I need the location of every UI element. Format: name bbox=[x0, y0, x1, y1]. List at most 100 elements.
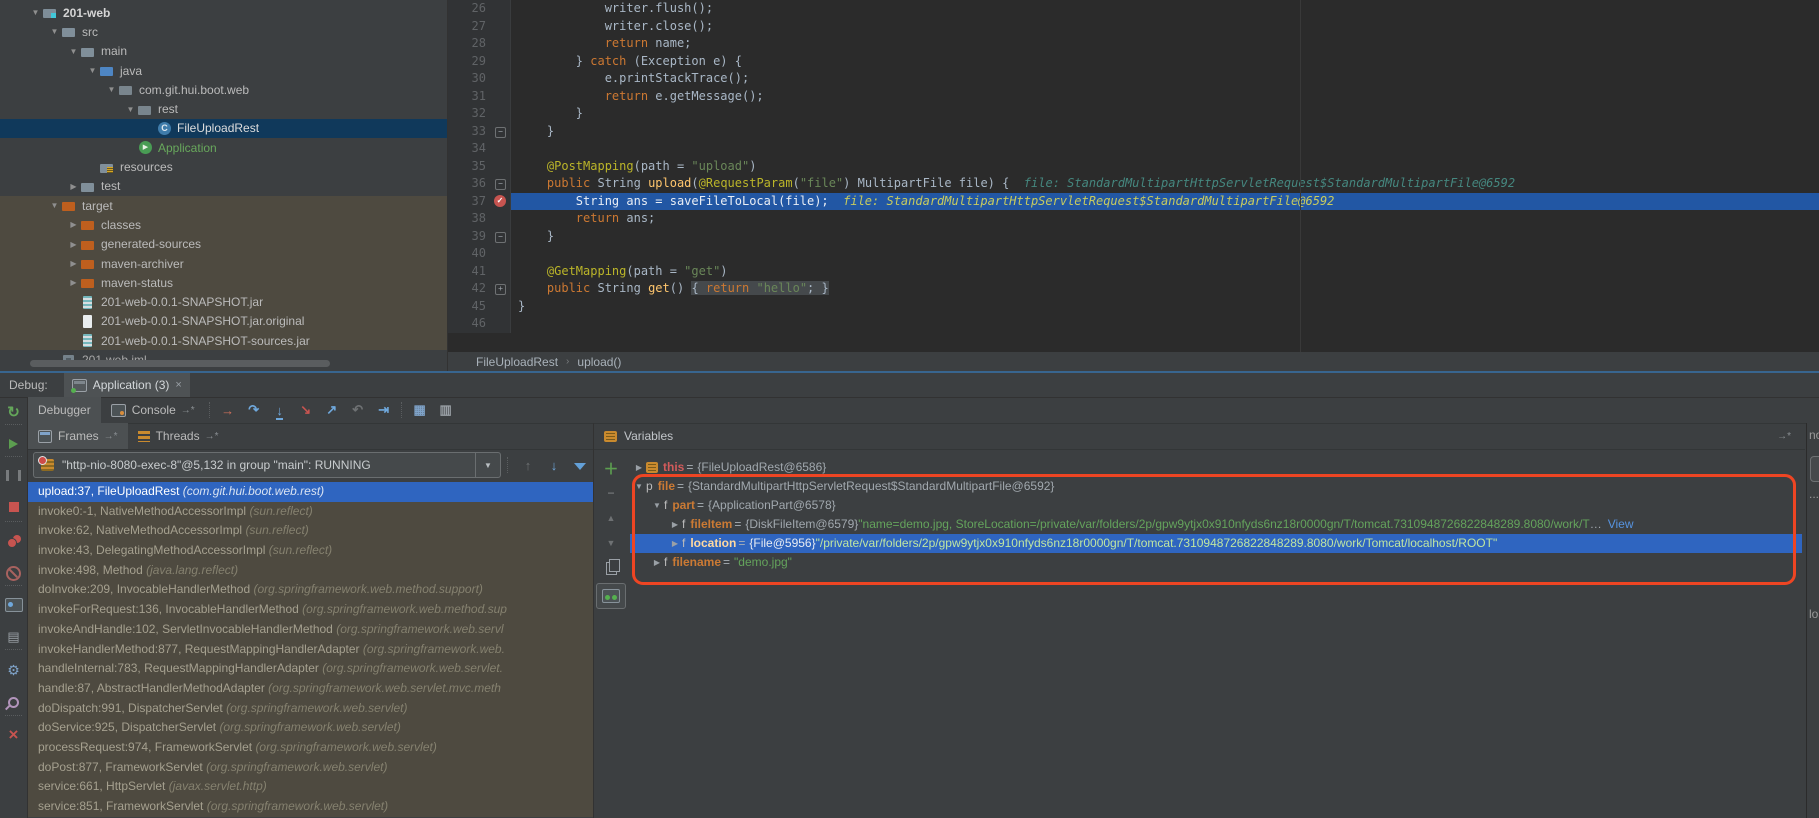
editor-line-38[interactable]: 38 return ans; bbox=[448, 210, 1819, 228]
collapse-arrow-icon[interactable]: ▼ bbox=[632, 477, 646, 496]
tree-item-classes[interactable]: ▶classes bbox=[0, 215, 447, 234]
stack-frame-row[interactable]: processRequest:974, FrameworkServlet (or… bbox=[28, 738, 593, 758]
variable-row-file[interactable]: ▼pfile={StandardMultipartHttpServletRequ… bbox=[630, 477, 1802, 496]
tab-console[interactable]: Console →* bbox=[101, 397, 205, 423]
editor-line-28[interactable]: 28 return name; bbox=[448, 35, 1819, 53]
line-number[interactable]: 38 bbox=[448, 210, 492, 228]
editor-line-45[interactable]: 45} bbox=[448, 298, 1819, 316]
tree-item-com-git-hui-boot-web[interactable]: ▼com.git.hui.boot.web bbox=[0, 80, 447, 99]
move-watch-down-icon[interactable]: ▼ bbox=[594, 532, 628, 554]
remove-watch-icon[interactable]: − bbox=[594, 482, 628, 504]
editor-line-46[interactable]: 46 bbox=[448, 315, 1819, 333]
editor-line-32[interactable]: 32 } bbox=[448, 105, 1819, 123]
stack-frame-row[interactable]: doPost:877, FrameworkServlet (org.spring… bbox=[28, 758, 593, 778]
variable-row-fileitem[interactable]: ▶ffileItem={DiskFileItem@6579} "name=dem… bbox=[630, 515, 1802, 534]
mute-breakpoints-icon[interactable] bbox=[0, 561, 27, 585]
stack-frame-row[interactable]: invoke:498, Method (java.lang.reflect) bbox=[28, 561, 593, 581]
line-number[interactable]: 26 bbox=[448, 0, 492, 18]
collapse-arrow-icon[interactable]: ▼ bbox=[66, 47, 81, 56]
variable-row-location[interactable]: ▶flocation={File@5956} "/private/var/fol… bbox=[630, 534, 1802, 553]
stack-frame-row[interactable]: doDispatch:991, DispatcherServlet (org.s… bbox=[28, 699, 593, 719]
tree-item-201-web-0-0-1-snapshot-sources-jar[interactable]: 201-web-0.0.1-SNAPSHOT-sources.jar bbox=[0, 331, 447, 350]
line-number[interactable]: 46 bbox=[448, 315, 492, 333]
stack-frame-row[interactable]: service:661, HttpServlet (javax.servlet.… bbox=[28, 777, 593, 797]
horizontal-scrollbar[interactable] bbox=[30, 360, 330, 367]
expand-arrow-icon[interactable]: ▶ bbox=[66, 259, 81, 268]
editor-line-36[interactable]: 36− public String upload(@RequestParam("… bbox=[448, 175, 1819, 193]
editor-line-35[interactable]: 35 @PostMapping(path = "upload") bbox=[448, 158, 1819, 176]
tree-item-maven-archiver[interactable]: ▶maven-archiver bbox=[0, 254, 447, 273]
breadcrumb-method[interactable]: upload() bbox=[577, 355, 621, 369]
stack-frame-row[interactable]: doInvoke:209, InvocableHandlerMethod (or… bbox=[28, 580, 593, 600]
show-execution-point-icon[interactable]: → bbox=[215, 403, 241, 418]
settings-icon[interactable]: ⚙ bbox=[0, 658, 27, 682]
tree-item-test[interactable]: ▶test bbox=[0, 177, 447, 196]
hide-library-frames-icon[interactable] bbox=[567, 458, 593, 473]
expand-arrow-icon[interactable]: ▶ bbox=[66, 220, 81, 229]
tree-item-main[interactable]: ▼main bbox=[0, 42, 447, 61]
stack-frame-row[interactable]: invokeHandlerMethod:877, RequestMappingH… bbox=[28, 640, 593, 660]
pause-program-icon[interactable] bbox=[0, 463, 27, 487]
stack-frame-row[interactable]: invokeAndHandle:102, ServletInvocableHan… bbox=[28, 620, 593, 640]
stack-frame-row[interactable]: upload:37, FileUploadRest (com.git.hui.b… bbox=[28, 482, 593, 502]
collapse-arrow-icon[interactable]: ▼ bbox=[650, 496, 664, 515]
next-frame-icon[interactable]: ↓ bbox=[541, 458, 567, 473]
breadcrumb-class[interactable]: FileUploadRest bbox=[476, 355, 558, 369]
stack-frame-row[interactable]: handleInternal:783, RequestMappingHandle… bbox=[28, 659, 593, 679]
evaluate-in-variables-icon[interactable] bbox=[596, 583, 626, 609]
move-watch-up-icon[interactable]: ▲ bbox=[594, 507, 628, 529]
tree-item-src[interactable]: ▼src bbox=[0, 22, 447, 41]
code-editor[interactable]: 26 writer.flush();27 writer.close();28 r… bbox=[448, 0, 1819, 352]
line-number[interactable]: 39 bbox=[448, 228, 492, 246]
step-out-icon[interactable]: ↗ bbox=[319, 402, 345, 418]
fold-expand-icon[interactable]: + bbox=[495, 284, 506, 295]
tree-item-java[interactable]: ▼java bbox=[0, 61, 447, 80]
line-number[interactable]: 31 bbox=[448, 88, 492, 106]
editor-line-39[interactable]: 39− } bbox=[448, 228, 1819, 246]
resume-program-icon[interactable] bbox=[0, 432, 27, 456]
tree-item-generated-sources[interactable]: ▶generated-sources bbox=[0, 235, 447, 254]
stack-frame-row[interactable]: invoke:62, NativeMethodAccessorImpl (sun… bbox=[28, 521, 593, 541]
tree-item-201-web[interactable]: ▼201-web bbox=[0, 3, 447, 22]
get-thread-dump-icon[interactable] bbox=[0, 593, 27, 617]
tree-item-fileuploadrest[interactable]: FileUploadRest bbox=[0, 119, 447, 138]
force-step-into-icon[interactable]: ↘ bbox=[293, 402, 319, 418]
thread-selector-dropdown[interactable]: "http-nio-8080-exec-8"@5,132 in group "m… bbox=[33, 452, 501, 478]
view-breakpoints-icon[interactable] bbox=[0, 529, 27, 553]
stack-frame-row[interactable]: invoke0:-1, NativeMethodAccessorImpl (su… bbox=[28, 502, 593, 522]
dropdown-arrow-icon[interactable]: ▼ bbox=[475, 453, 500, 477]
line-number[interactable]: 36 bbox=[448, 175, 492, 193]
editor-line-27[interactable]: 27 writer.close(); bbox=[448, 18, 1819, 36]
tree-item-rest[interactable]: ▼rest bbox=[0, 99, 447, 118]
expand-arrow-icon[interactable]: ▶ bbox=[66, 278, 81, 287]
collapse-arrow-icon[interactable]: ▼ bbox=[47, 27, 62, 36]
stack-frame-row[interactable]: invokeForRequest:136, InvocableHandlerMe… bbox=[28, 600, 593, 620]
stack-frame-row[interactable]: invoke:43, DelegatingMethodAccessorImpl … bbox=[28, 541, 593, 561]
rerun-application-icon[interactable]: ↻ bbox=[0, 400, 27, 424]
line-number[interactable]: 42 bbox=[448, 280, 492, 298]
editor-line-42[interactable]: 42+ public String get() { return "hello"… bbox=[448, 280, 1819, 298]
expand-arrow-icon[interactable]: ▶ bbox=[668, 515, 682, 534]
layout-settings-icon[interactable]: ▥ bbox=[433, 402, 459, 418]
close-session-tab-icon[interactable]: × bbox=[175, 379, 181, 391]
tab-debugger[interactable]: Debugger bbox=[28, 397, 101, 423]
expand-arrow-icon[interactable]: ▶ bbox=[632, 458, 646, 477]
add-watch-icon[interactable]: ＋ bbox=[594, 457, 628, 479]
stack-frame-row[interactable]: doService:925, DispatcherServlet (org.sp… bbox=[28, 718, 593, 738]
expand-arrow-icon[interactable]: ▶ bbox=[650, 553, 664, 572]
editor-line-37[interactable]: 37✓ String ans = saveFileToLocal(file); … bbox=[448, 193, 1819, 211]
tab-frames[interactable]: Frames →* bbox=[28, 423, 128, 449]
breakpoint-icon[interactable]: ✓ bbox=[494, 195, 506, 207]
line-number[interactable]: 35 bbox=[448, 158, 492, 176]
previous-frame-icon[interactable]: ↑ bbox=[515, 458, 541, 473]
line-number[interactable]: 41 bbox=[448, 263, 492, 281]
variable-row-filename[interactable]: ▶ffilename="demo.jpg" bbox=[630, 553, 1802, 572]
collapse-arrow-icon[interactable]: ▼ bbox=[85, 66, 100, 75]
tab-threads[interactable]: Threads →* bbox=[128, 423, 229, 449]
expand-arrow-icon[interactable]: ▶ bbox=[66, 182, 81, 191]
run-to-cursor-icon[interactable]: ⇥ bbox=[371, 402, 397, 418]
collapse-arrow-icon[interactable]: ▼ bbox=[123, 105, 138, 114]
clipped-button[interactable] bbox=[1810, 456, 1819, 482]
restore-layout-icon[interactable]: ▤ bbox=[0, 625, 27, 649]
tree-item-resources[interactable]: resources bbox=[0, 157, 447, 176]
